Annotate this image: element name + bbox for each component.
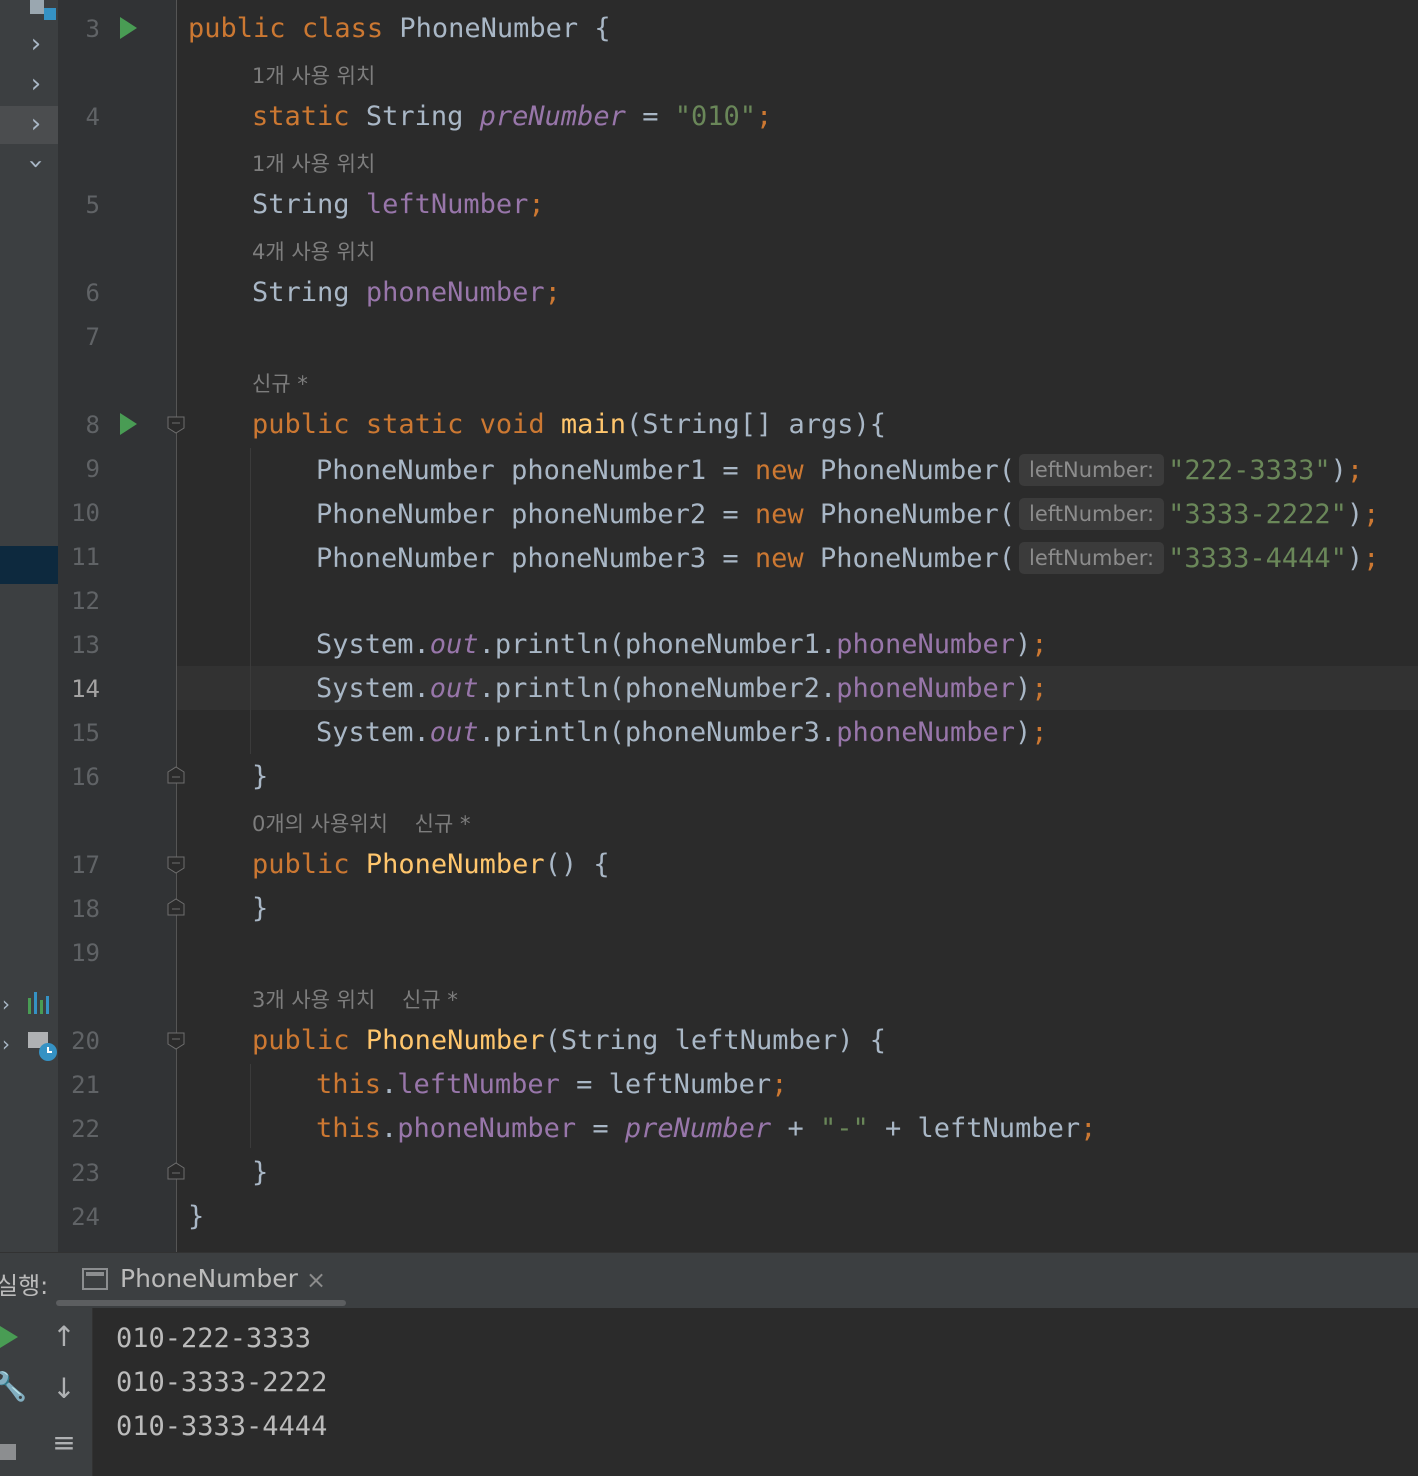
code-line-18[interactable]: } [252, 894, 268, 924]
editor-gutter [58, 0, 176, 1252]
code-line-16[interactable]: } [252, 762, 268, 792]
line-number: 12 [71, 587, 100, 615]
up-arrow-icon[interactable]: ↑ [44, 1320, 84, 1353]
code-line-6[interactable]: String phoneNumber; [252, 278, 561, 308]
tree-collapse-chevron-icon[interactable]: › [21, 150, 51, 178]
parameter-hint: leftNumber: [1019, 542, 1165, 574]
code-line-3[interactable]: public class PhoneNumber { [188, 14, 611, 44]
line-number: 19 [71, 939, 100, 967]
vcs-new-hint[interactable]: 신규 * [252, 368, 308, 398]
line-number: 13 [71, 631, 100, 659]
line-number: 8 [85, 411, 100, 439]
line-number: 17 [71, 851, 100, 879]
project-tool-strip [0, 0, 58, 1252]
code-line-20[interactable]: public PhoneNumber(String leftNumber) { [252, 1026, 886, 1056]
usage-hint[interactable]: 1개 사용 위치 [252, 148, 375, 178]
code-line-21[interactable]: this.leftNumber = leftNumber; [316, 1070, 787, 1100]
run-class-icon[interactable] [120, 17, 137, 39]
line-number: 15 [71, 719, 100, 747]
line-number: 20 [71, 1027, 100, 1055]
usage-hint[interactable]: 4개 사용 위치 [252, 236, 375, 266]
usage-hint[interactable]: 1개 사용 위치 [252, 60, 375, 90]
tree-current-row[interactable] [0, 546, 58, 584]
line-number: 22 [71, 1115, 100, 1143]
line-number: 11 [71, 543, 100, 571]
code-line-14[interactable]: System.out.println(phoneNumber2.phoneNum… [316, 674, 1048, 704]
close-tab-icon[interactable]: × [306, 1266, 326, 1294]
line-number: 5 [85, 191, 100, 219]
tree-expand-chevron-icon[interactable]: › [22, 70, 50, 98]
fold-end-marker-icon[interactable] [167, 898, 185, 916]
indent-guide [250, 1064, 251, 1148]
down-arrow-icon[interactable]: ↓ [44, 1372, 84, 1405]
code-line-23[interactable]: } [252, 1158, 268, 1188]
usage-hint[interactable]: 0개의 사용위치 신규 * [252, 808, 471, 838]
fold-end-marker-icon[interactable] [167, 1162, 185, 1180]
line-number: 21 [71, 1071, 100, 1099]
code-line-11[interactable]: PhoneNumber phoneNumber3 = new PhoneNumb… [316, 542, 1379, 574]
profiler-bars-icon[interactable] [26, 990, 56, 1016]
project-icon[interactable] [30, 0, 56, 22]
run-main-icon[interactable] [120, 413, 137, 435]
code-line-17[interactable]: public PhoneNumber() { [252, 850, 610, 880]
line-number: 9 [85, 455, 100, 483]
line-number-current: 14 [71, 675, 100, 703]
code-line-5[interactable]: String leftNumber; [252, 190, 545, 220]
wrench-icon[interactable]: 🔧 [0, 1370, 30, 1403]
rerun-icon[interactable] [0, 1326, 18, 1348]
tree-expand-chevron-icon[interactable]: › [22, 110, 50, 138]
run-panel-label: 실행: [0, 1272, 49, 1300]
code-line-9[interactable]: PhoneNumber phoneNumber1 = new PhoneNumb… [316, 454, 1363, 486]
parameter-hint: leftNumber: [1019, 498, 1165, 530]
code-line-8[interactable]: public static void main(String[] args){ [252, 410, 886, 440]
fold-marker-icon[interactable] [167, 416, 185, 434]
code-line-15[interactable]: System.out.println(phoneNumber3.phoneNum… [316, 718, 1048, 748]
line-number: 10 [71, 499, 100, 527]
run-tab-title[interactable]: PhoneNumber [120, 1264, 298, 1293]
console-tab-icon [82, 1268, 108, 1290]
code-editor[interactable] [177, 0, 1418, 1252]
line-number: 6 [85, 279, 100, 307]
code-line-24[interactable]: } [188, 1202, 204, 1232]
line-number: 23 [71, 1159, 100, 1187]
line-number: 7 [85, 323, 100, 351]
soft-wrap-icon[interactable]: ≡ [44, 1426, 84, 1459]
line-number: 18 [71, 895, 100, 923]
parameter-hint: leftNumber: [1019, 454, 1165, 486]
fold-marker-icon[interactable] [167, 1032, 185, 1050]
line-number: 3 [85, 15, 100, 43]
tree-expand-chevron-icon[interactable]: › [0, 990, 20, 1018]
run-history-icon[interactable] [26, 1030, 60, 1064]
fold-marker-icon[interactable] [167, 856, 185, 874]
tree-expand-chevron-icon[interactable]: › [0, 1030, 20, 1058]
code-line-22[interactable]: this.phoneNumber = preNumber + "-" + lef… [316, 1114, 1096, 1144]
line-number: 4 [85, 103, 100, 131]
console-output-line: 010-3333-4444 [116, 1411, 328, 1442]
line-number: 24 [71, 1203, 100, 1231]
active-tab-indicator [56, 1300, 346, 1306]
code-line-13[interactable]: System.out.println(phoneNumber1.phoneNum… [316, 630, 1048, 660]
stop-icon[interactable] [0, 1444, 16, 1460]
console-output-line: 010-222-3333 [116, 1323, 312, 1354]
fold-end-marker-icon[interactable] [167, 766, 185, 784]
code-line-10[interactable]: PhoneNumber phoneNumber2 = new PhoneNumb… [316, 498, 1379, 530]
console-output-line: 010-3333-2222 [116, 1367, 328, 1398]
tree-expand-chevron-icon[interactable]: › [22, 30, 50, 58]
code-line-4[interactable]: static String preNumber = "010"; [252, 102, 772, 132]
indent-guide [250, 448, 251, 754]
line-number: 16 [71, 763, 100, 791]
usage-hint[interactable]: 3개 사용 위치 신규 * [252, 984, 458, 1014]
